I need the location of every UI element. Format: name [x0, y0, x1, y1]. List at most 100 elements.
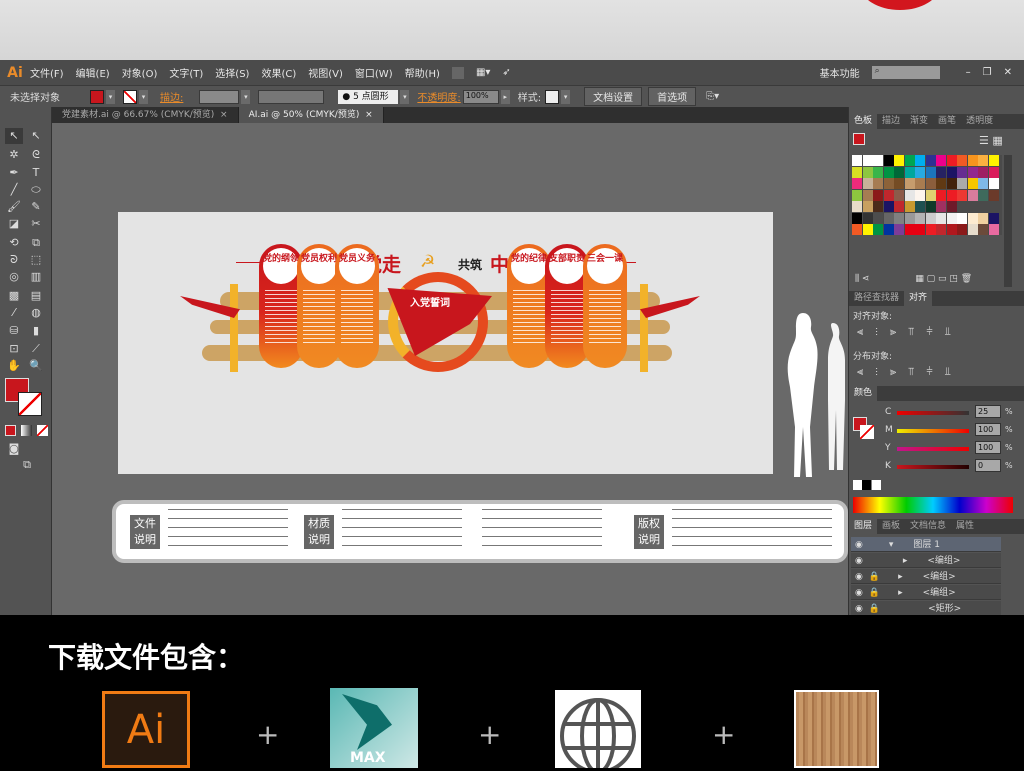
color-swatch[interactable] — [925, 189, 936, 201]
tab-align[interactable]: 对齐 — [904, 291, 933, 306]
color-swatch[interactable] — [978, 178, 988, 189]
color-swatch[interactable] — [946, 212, 957, 224]
tab-attributes[interactable]: 属性 — [951, 519, 979, 534]
expand-icon[interactable]: ▸ — [898, 572, 903, 582]
restore-button[interactable]: ❐ — [983, 67, 992, 78]
distribute-buttons[interactable]: ⫷⫶⫸⫪⫩⫫ — [857, 365, 963, 379]
color-swatch[interactable] — [862, 178, 873, 189]
layer-row[interactable]: ◉ 🔒 <矩形> — [851, 601, 1001, 616]
color-swatch[interactable] — [852, 155, 862, 166]
color-stroke-swatch[interactable] — [860, 425, 874, 439]
fill-dropdown[interactable]: ▾ — [106, 89, 115, 104]
menu-window[interactable]: 窗口(W) — [355, 65, 393, 80]
color-swatch[interactable] — [915, 178, 925, 189]
tab-transparency[interactable]: 透明度 — [961, 114, 998, 129]
gradient-tool-icon[interactable]: ▤ — [27, 288, 45, 304]
color-swatch[interactable] — [936, 189, 946, 201]
tab-pathfinder[interactable]: 路径查找器 — [849, 291, 904, 306]
swatch-library-icon[interactable]: ⫼ ⋖ ▦ ▢ ▭ ◳ 🗑 — [855, 274, 972, 284]
artboard-tool-icon[interactable]: ⊡ — [5, 341, 23, 357]
eye-icon[interactable]: ◉ — [855, 604, 863, 614]
color-swatch[interactable] — [978, 166, 988, 178]
color-swatch[interactable] — [957, 166, 967, 178]
quick-colors[interactable] — [853, 480, 881, 490]
color-swatch[interactable] — [904, 212, 915, 224]
color-swatch[interactable] — [915, 224, 925, 235]
color-swatch[interactable] — [862, 224, 873, 235]
color-swatch[interactable] — [978, 212, 988, 224]
color-swatch[interactable] — [894, 212, 904, 224]
menu-select[interactable]: 选择(S) — [215, 65, 249, 80]
layer-row[interactable]: ◉ 🔒 ▸ <编组> — [851, 569, 1001, 584]
color-swatch[interactable] — [852, 189, 862, 201]
color-swatch[interactable] — [894, 155, 904, 166]
eye-icon[interactable]: ◉ — [855, 588, 863, 598]
shape-builder-tool-icon[interactable]: ◎ — [5, 269, 23, 285]
color-swatch[interactable] — [925, 212, 936, 224]
tab-color[interactable]: 颜色 — [849, 386, 878, 401]
color-swatch[interactable] — [946, 201, 957, 212]
color-swatch[interactable] — [862, 212, 873, 224]
color-swatch[interactable] — [873, 212, 883, 224]
color-swatch[interactable] — [936, 166, 946, 178]
color-swatch[interactable] — [988, 189, 999, 201]
color-swatch[interactable] — [862, 155, 873, 166]
menu-edit[interactable]: 编辑(E) — [76, 65, 110, 80]
direct-selection-tool-icon[interactable]: ↖ — [27, 128, 45, 144]
color-swatch[interactable] — [957, 155, 967, 166]
color-swatch[interactable] — [862, 189, 873, 201]
color-swatch[interactable] — [873, 201, 883, 212]
screen-mode-icon[interactable]: ⧉ — [18, 457, 36, 473]
magic-wand-tool-icon[interactable]: ✲ — [5, 147, 23, 163]
opacity-dropdown[interactable]: ▸ — [500, 89, 510, 104]
color-swatch[interactable] — [904, 201, 915, 212]
line-tool-icon[interactable]: ╱ — [5, 182, 23, 198]
column-graph-tool-icon[interactable]: ▮ — [27, 323, 45, 339]
color-swatch[interactable] — [988, 155, 999, 166]
color-swatch[interactable] — [978, 155, 988, 166]
menu-view[interactable]: 视图(V) — [308, 65, 343, 80]
none-mode-button[interactable] — [37, 425, 48, 436]
color-swatch[interactable] — [852, 178, 862, 189]
gradient-mode-button[interactable] — [21, 425, 32, 436]
tab-artboards[interactable]: 画板 — [877, 519, 905, 534]
color-swatch[interactable] — [883, 189, 894, 201]
tab-stroke[interactable]: 描边 — [877, 114, 905, 129]
color-swatch[interactable] — [915, 166, 925, 178]
color-swatch[interactable] — [915, 201, 925, 212]
channel-m-value[interactable]: 100 — [975, 423, 1001, 436]
color-swatch[interactable] — [988, 178, 999, 189]
color-swatch[interactable] — [936, 224, 946, 235]
color-swatch[interactable] — [967, 155, 978, 166]
layer-row[interactable]: ◉ ▾ 图层 1 — [851, 537, 1001, 552]
color-swatch[interactable] — [873, 178, 883, 189]
warp-tool-icon[interactable]: ᘐ — [5, 252, 23, 268]
color-swatch[interactable] — [904, 189, 915, 201]
eye-icon[interactable]: ◉ — [855, 556, 863, 566]
swatch-fill-indicator[interactable] — [853, 133, 865, 145]
minimize-button[interactable]: – — [966, 67, 971, 78]
color-swatch[interactable] — [873, 224, 883, 235]
artboard[interactable]: ★ ★ ★ 永远 跟党走 ☭ 共筑 中国梦 ★ ★ ★ 党的纲领 党员权利 党员… — [118, 212, 773, 474]
canvas-area[interactable]: ★ ★ ★ 永远 跟党走 ☭ 共筑 中国梦 ★ ★ ★ 党的纲领 党员权利 党员… — [52, 123, 848, 615]
color-swatch[interactable] — [894, 189, 904, 201]
rotate-tool-icon[interactable]: ⟲ — [5, 235, 23, 251]
tab-document-2[interactable]: AI.ai @ 50% (CMYK/预览) × — [238, 107, 384, 123]
eye-icon[interactable]: ◉ — [855, 540, 863, 550]
color-swatch[interactable] — [852, 224, 862, 235]
color-swatch[interactable] — [967, 189, 978, 201]
arrange-documents-icon[interactable]: ▦▾ — [476, 67, 490, 78]
color-swatch[interactable] — [925, 166, 936, 178]
color-swatch[interactable] — [873, 166, 883, 178]
gpu-rocket-icon[interactable]: ➶ — [502, 67, 510, 78]
color-swatch[interactable] — [967, 178, 978, 189]
color-swatch[interactable] — [925, 155, 936, 166]
color-swatch[interactable] — [946, 178, 957, 189]
color-swatch[interactable] — [936, 212, 946, 224]
fill-swatch[interactable] — [90, 89, 104, 104]
selection-tool-icon[interactable]: ↖ — [5, 128, 23, 144]
document-setup-button[interactable]: 文档设置 — [584, 87, 643, 106]
menu-type[interactable]: 文字(T) — [169, 65, 203, 80]
lasso-tool-icon[interactable]: ᘓ — [27, 147, 45, 163]
color-swatch[interactable] — [967, 166, 978, 178]
